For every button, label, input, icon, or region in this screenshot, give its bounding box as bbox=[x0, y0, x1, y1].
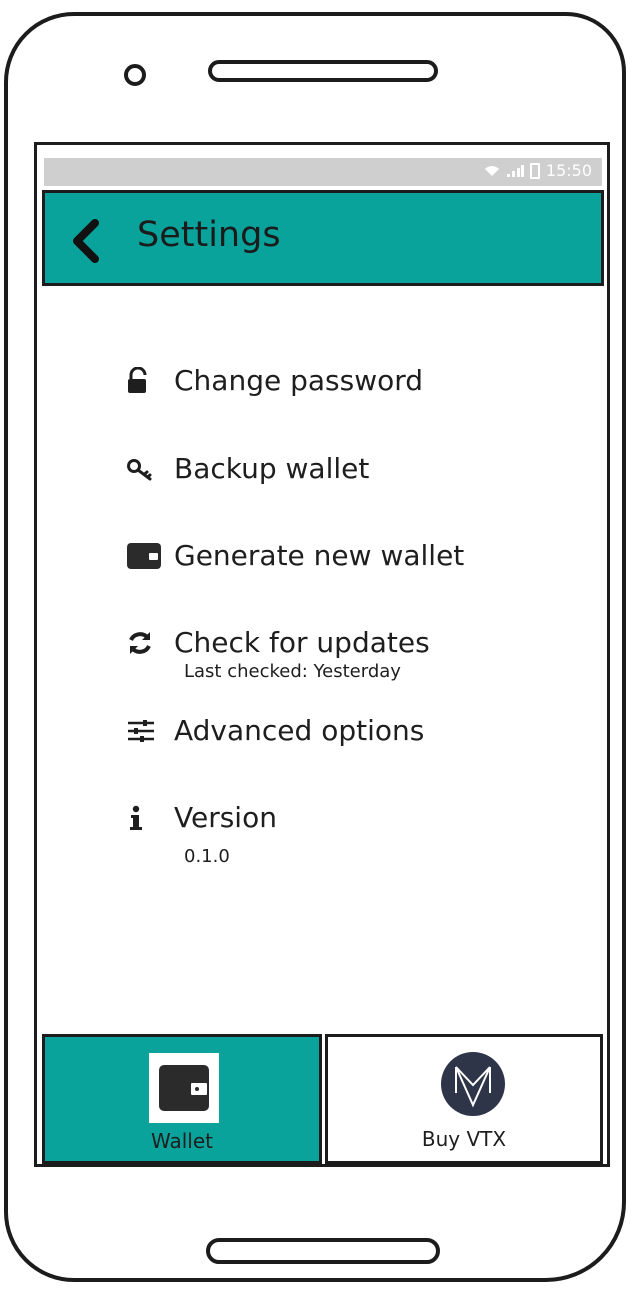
nav-label-wallet: Wallet bbox=[150, 1129, 213, 1153]
last-checked-text: Last checked: Yesterday bbox=[184, 661, 401, 682]
wifi-icon bbox=[484, 165, 499, 176]
status-icons: 15:50 bbox=[484, 161, 592, 180]
chevron-left-icon[interactable] bbox=[69, 219, 105, 263]
earpiece-speaker bbox=[208, 60, 438, 82]
nav-tab-buy-vtx[interactable]: Buy VTX bbox=[325, 1034, 603, 1164]
battery-icon bbox=[529, 162, 540, 179]
status-time: 15:50 bbox=[545, 161, 592, 180]
nav-tab-wallet[interactable]: Wallet bbox=[42, 1034, 322, 1164]
status-bar: 15:50 bbox=[44, 158, 602, 186]
sliders-icon bbox=[126, 716, 162, 746]
settings-item-label: Version bbox=[174, 801, 277, 834]
settings-item-label: Backup wallet bbox=[174, 452, 370, 485]
unlock-icon bbox=[126, 366, 162, 396]
app-header: Settings bbox=[42, 190, 604, 286]
version-value: 0.1.0 bbox=[184, 846, 230, 867]
settings-item-change-password[interactable]: Change password bbox=[126, 364, 423, 397]
wallet-icon bbox=[126, 541, 162, 571]
settings-item-label: Change password bbox=[174, 364, 424, 397]
info-icon bbox=[126, 803, 162, 833]
nav-label-buy-vtx: Buy VTX bbox=[421, 1127, 507, 1151]
settings-item-version[interactable]: Version bbox=[126, 801, 277, 834]
signal-icon bbox=[506, 164, 524, 177]
front-camera bbox=[124, 64, 146, 86]
vtx-logo-icon bbox=[441, 1052, 505, 1116]
wallet-icon bbox=[149, 1053, 219, 1123]
settings-item-generate-wallet[interactable]: Generate new wallet bbox=[126, 539, 464, 572]
settings-item-label: Advanced options bbox=[174, 714, 425, 747]
settings-item-advanced-options[interactable]: Advanced options bbox=[126, 714, 424, 747]
home-button[interactable] bbox=[206, 1238, 440, 1264]
settings-item-label: Check for updates bbox=[174, 626, 430, 659]
settings-item-check-updates[interactable]: Check for updates bbox=[126, 626, 430, 659]
settings-item-label: Generate new wallet bbox=[174, 539, 465, 572]
key-icon bbox=[126, 454, 162, 484]
refresh-icon bbox=[126, 628, 162, 658]
settings-item-backup-wallet[interactable]: Backup wallet bbox=[126, 452, 369, 485]
page-title: Settings bbox=[137, 215, 281, 255]
